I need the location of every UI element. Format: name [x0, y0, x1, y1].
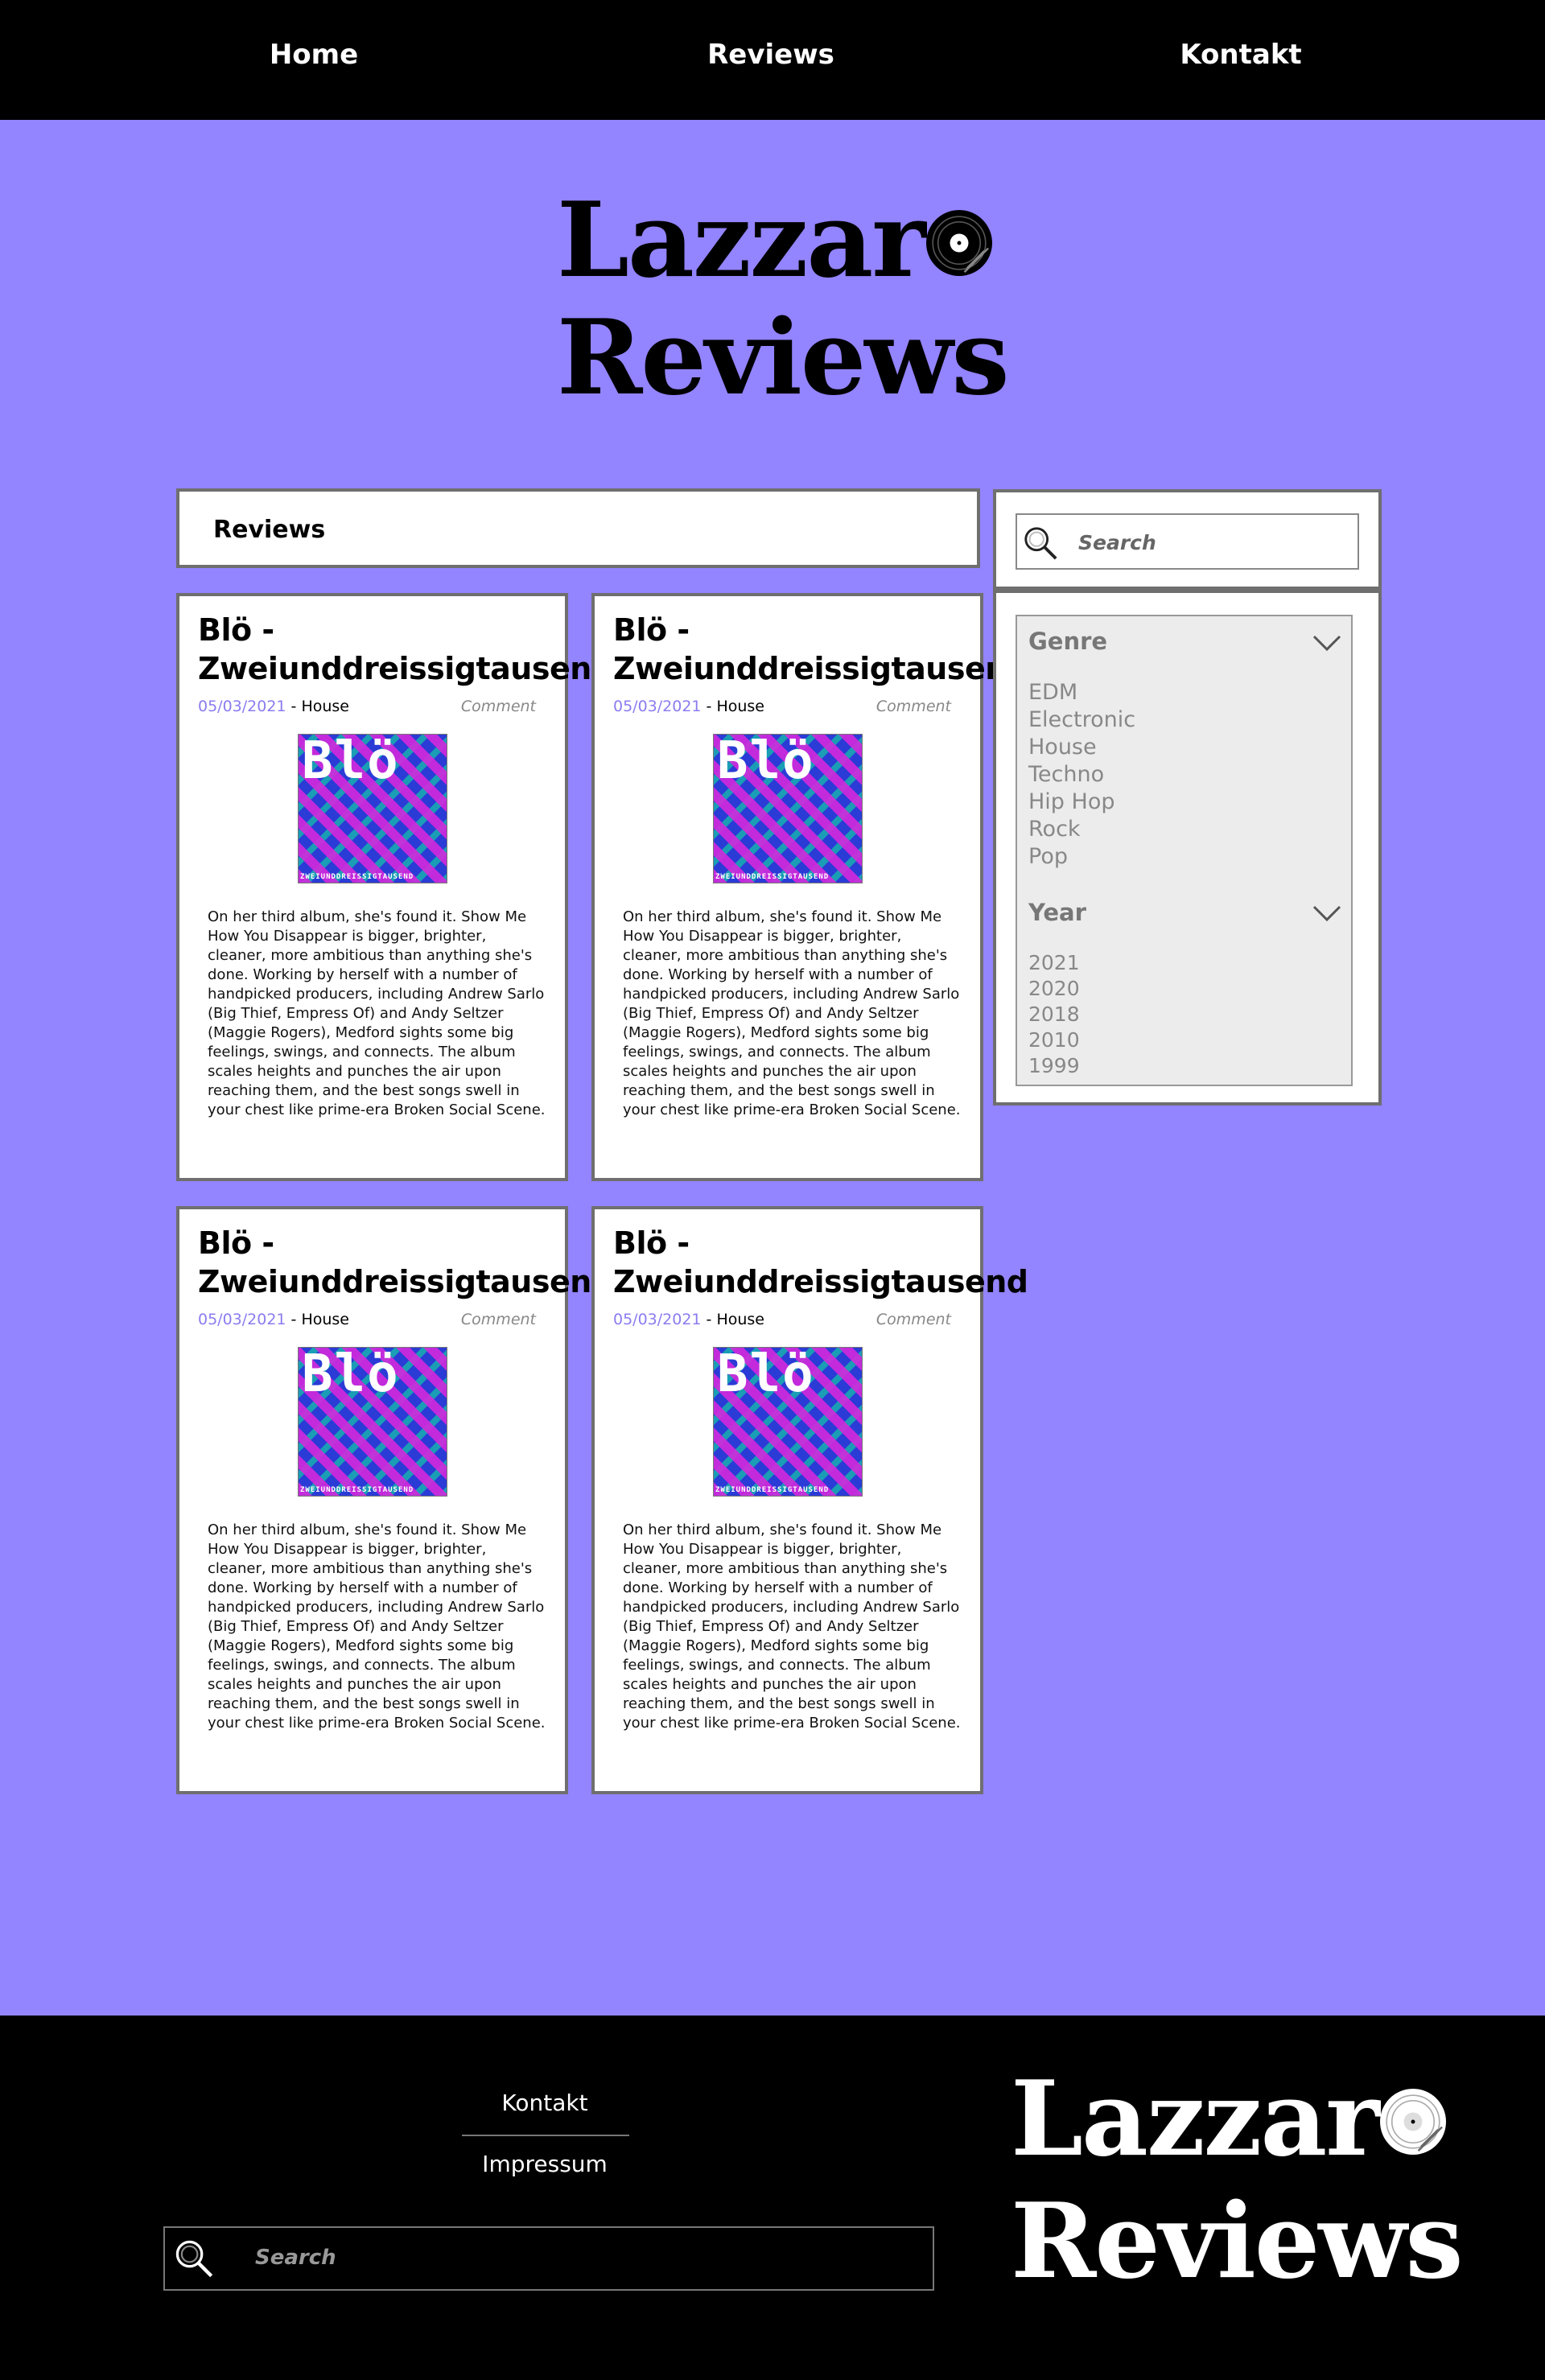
sidebar-search-input[interactable]: Search — [1016, 513, 1359, 570]
footer-logo-line-1: Lazzar — [1011, 2068, 1462, 2171]
meta-separator: - — [701, 698, 717, 715]
search-icon — [173, 2238, 215, 2279]
review-title[interactable]: Blö - Zweiunddreissigtausend — [198, 1224, 613, 1301]
review-card[interactable]: Blö - Zweiunddreissigtausend 05/03/2021 … — [176, 1206, 613, 1794]
album-cover-subtitle: ZWEIUNDDREISSIGTAUSEND — [715, 1486, 830, 1494]
footer-logo[interactable]: Lazzar Reviews — [1011, 2068, 1463, 2302]
album-cover-title: Blö — [302, 734, 400, 791]
genre-option[interactable]: Pop — [1028, 843, 1135, 871]
vinyl-record-icon — [1379, 2068, 1446, 2155]
year-filter-toggle[interactable]: Year — [1028, 899, 1086, 926]
review-genre[interactable]: House — [301, 1311, 349, 1328]
review-title[interactable]: Blö - Zweiunddreissigtausend — [613, 611, 1028, 688]
year-option[interactable]: 2018 — [1028, 1002, 1080, 1027]
review-title[interactable]: Blö - Zweiunddreissigtausend — [198, 611, 613, 688]
nav-kontakt[interactable]: Kontakt — [1180, 39, 1301, 71]
review-genre[interactable]: House — [716, 698, 764, 715]
review-meta: 05/03/2021 - House Comment — [198, 1311, 536, 1328]
filter-list-container: Genre EDM Electronic House Techno Hip Hop Roc… — [1016, 615, 1353, 1086]
nav-home[interactable]: Home — [270, 39, 358, 71]
album-cover-title: Blö — [717, 734, 815, 791]
review-date: 05/03/2021 — [613, 1311, 702, 1328]
year-option[interactable]: 1999 — [1028, 1053, 1080, 1079]
footer-link-kontakt[interactable]: Kontakt — [501, 2090, 587, 2116]
album-cover-subtitle: ZWEIUNDDREISSIGTAUSEND — [300, 873, 414, 881]
search-icon — [1022, 525, 1059, 562]
section-title: Reviews — [213, 516, 326, 544]
album-cover-title: Blö — [302, 1347, 400, 1404]
album-cover[interactable]: Blö ZWEIUNDDREISSIGTAUSEND — [298, 1347, 447, 1497]
album-cover[interactable]: Blö ZWEIUNDDREISSIGTAUSEND — [713, 1347, 863, 1497]
review-excerpt: On her third album, she's found it. Show… — [623, 1521, 961, 1731]
album-cover-subtitle: ZWEIUNDDREISSIGTAUSEND — [300, 1486, 414, 1494]
genre-option[interactable]: Techno — [1028, 761, 1135, 789]
meta-separator: - — [286, 698, 302, 715]
genre-option[interactable]: Hip Hop — [1028, 789, 1135, 816]
logo-line-1: Lazzar — [557, 189, 1008, 292]
review-card[interactable]: Blö - Zweiunddreissigtausend 05/03/2021 … — [176, 593, 613, 1181]
genre-list: EDM Electronic House Techno Hip Hop Rock Pop — [1028, 679, 1135, 871]
review-card[interactable]: Blö - Zweiunddreissigtausend 05/03/2021 … — [591, 1206, 1028, 1794]
vinyl-record-icon — [925, 189, 992, 276]
chevron-down-icon[interactable] — [1312, 634, 1341, 652]
chevron-down-icon[interactable] — [1312, 904, 1341, 922]
review-genre[interactable]: House — [301, 698, 349, 715]
footer-search-input[interactable]: Search — [163, 2226, 934, 2291]
year-option[interactable]: 2021 — [1028, 950, 1080, 976]
album-cover-subtitle: ZWEIUNDDREISSIGTAUSEND — [715, 873, 830, 881]
review-date: 05/03/2021 — [198, 698, 286, 715]
footer-link-impressum[interactable]: Impressum — [482, 2151, 608, 2177]
album-cover[interactable]: Blö ZWEIUNDDREISSIGTAUSEND — [713, 734, 863, 883]
year-list: 2021 2020 2018 2010 1999 — [1028, 950, 1080, 1079]
meta-separator: - — [701, 1311, 717, 1328]
meta-separator: - — [286, 1311, 302, 1328]
review-excerpt: On her third album, she's found it. Show… — [208, 1521, 546, 1731]
year-option[interactable]: 2010 — [1028, 1027, 1080, 1053]
review-title[interactable]: Blö - Zweiunddreissigtausend — [613, 1224, 1028, 1301]
nav-reviews[interactable]: Reviews — [707, 39, 834, 71]
review-excerpt: On her third album, she's found it. Show… — [208, 908, 546, 1118]
footer-divider — [462, 2135, 629, 2136]
genre-option[interactable]: Electronic — [1028, 706, 1135, 734]
year-option[interactable]: 2020 — [1028, 976, 1080, 1002]
review-date: 05/03/2021 — [613, 698, 702, 715]
search-placeholder: Search — [1078, 531, 1156, 554]
comment-link[interactable]: Comment — [876, 1311, 951, 1328]
review-meta: 05/03/2021 - House Comment — [613, 698, 951, 715]
footer-search-placeholder: Search — [255, 2246, 336, 2270]
top-navbar: Home Reviews Kontakt — [0, 0, 1545, 120]
comment-link[interactable]: Comment — [461, 698, 536, 715]
album-cover[interactable]: Blö ZWEIUNDDREISSIGTAUSEND — [298, 734, 447, 883]
review-genre[interactable]: House — [716, 1311, 764, 1328]
genre-option[interactable]: Rock — [1028, 816, 1135, 843]
genre-option[interactable]: EDM — [1028, 679, 1135, 706]
review-meta: 05/03/2021 - House Comment — [198, 698, 536, 715]
review-card[interactable]: Blö - Zweiunddreissigtausend 05/03/2021 … — [591, 593, 1028, 1181]
comment-link[interactable]: Comment — [461, 1311, 536, 1328]
comment-link[interactable]: Comment — [876, 698, 951, 715]
review-meta: 05/03/2021 - House Comment — [613, 1311, 951, 1328]
logo-line-2: Reviews — [557, 298, 1009, 418]
review-excerpt: On her third album, she's found it. Show… — [623, 908, 961, 1118]
reviews-section-header: Reviews — [176, 488, 980, 568]
footer-logo-line-2: Reviews — [1011, 2181, 1463, 2302]
site-logo[interactable]: Lazzar Reviews — [557, 189, 1009, 418]
genre-option[interactable]: House — [1028, 734, 1135, 761]
genre-filter-toggle[interactable]: Genre — [1028, 628, 1107, 655]
sidebar-search-panel: Search — [993, 489, 1382, 590]
filter-panel: Genre EDM Electronic House Techno Hip Hop Roc… — [993, 590, 1382, 1106]
review-date: 05/03/2021 — [198, 1311, 286, 1328]
album-cover-title: Blö — [717, 1347, 815, 1404]
